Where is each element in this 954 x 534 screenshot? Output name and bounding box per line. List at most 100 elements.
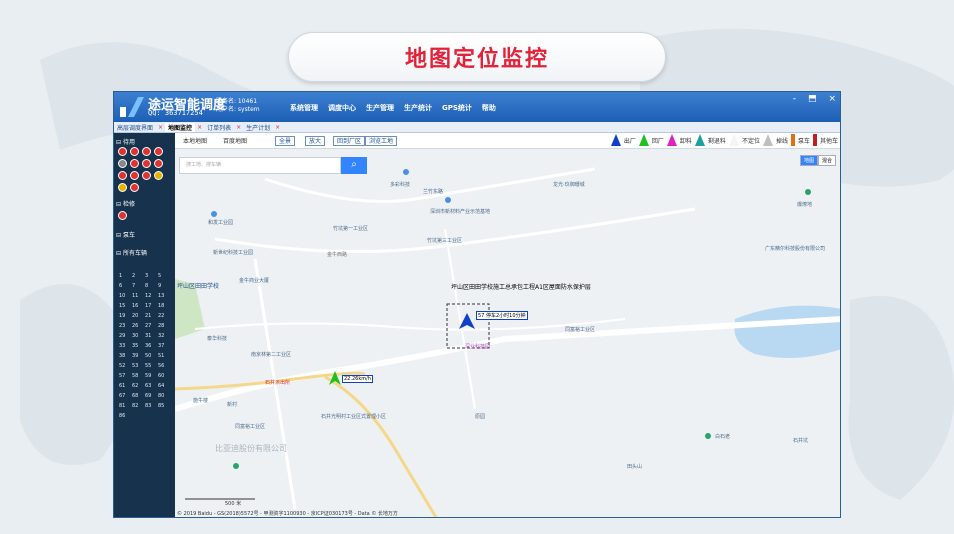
overview-button[interactable]: 全景	[275, 136, 296, 146]
vehicle-number[interactable]: 20	[132, 313, 144, 319]
section-all-vehicles[interactable]: ⊟ 所有车辆	[116, 248, 147, 257]
vehicle-number[interactable]: 56	[158, 363, 170, 369]
poi-marker[interactable]	[705, 433, 711, 439]
vehicle-number[interactable]: 38	[119, 353, 131, 359]
section-repair[interactable]: ⊟ 检修	[116, 199, 135, 208]
nav-item-system[interactable]: 系统管理	[290, 103, 318, 113]
vehicle-number[interactable]: 3	[145, 273, 157, 279]
vehicle-number[interactable]: 7	[132, 283, 144, 289]
vehicle-number[interactable]: 32	[158, 333, 170, 339]
tab-map-monitor[interactable]: 地图监控	[165, 122, 196, 132]
vehicle-number[interactable]: 19	[119, 313, 131, 319]
vehicle-number[interactable]: 39	[132, 353, 144, 359]
map-type-hybrid[interactable]: 混合	[817, 155, 836, 166]
vehicle-number[interactable]: 62	[132, 383, 144, 389]
vehicle-number[interactable]: 12	[145, 293, 157, 299]
truck-icon[interactable]	[118, 147, 127, 156]
close-icon[interactable]: ×	[273, 124, 282, 131]
vehicle-number[interactable]: 58	[132, 373, 144, 379]
vehicle-number[interactable]: 1	[119, 273, 131, 279]
vehicle-number[interactable]: 82	[132, 403, 144, 409]
tab-orders[interactable]: 订单列表	[204, 123, 234, 132]
vehicle-number[interactable]: 63	[145, 383, 157, 389]
vehicle-number[interactable]: 83	[145, 403, 157, 409]
truck-icon[interactable]	[118, 183, 127, 192]
vehicle-number[interactable]: 15	[119, 303, 131, 309]
close-icon[interactable]: ×	[234, 124, 243, 131]
vehicle-number[interactable]: 69	[145, 393, 157, 399]
vehicle-number[interactable]: 37	[158, 343, 170, 349]
back-to-plant-button[interactable]: 回到厂区	[333, 136, 366, 146]
truck-icon[interactable]	[142, 171, 151, 180]
vehicle-number[interactable]: 53	[132, 363, 144, 369]
vehicle-number[interactable]: 8	[145, 283, 157, 289]
map-type-map[interactable]: 地图	[799, 155, 818, 166]
poi-marker[interactable]	[403, 169, 409, 175]
truck-icon[interactable]	[142, 159, 151, 168]
vehicle-number[interactable]: 59	[145, 373, 157, 379]
minimize-button[interactable]: -	[793, 94, 796, 104]
vehicle-number[interactable]: 29	[119, 333, 131, 339]
vehicle-number[interactable]: 13	[158, 293, 170, 299]
nav-item-gps[interactable]: GPS统计	[442, 103, 472, 113]
vehicle-number[interactable]: 80	[158, 393, 170, 399]
map-canvas[interactable]	[175, 149, 841, 518]
truck-icon[interactable]	[154, 159, 163, 168]
truck-icon[interactable]	[154, 147, 163, 156]
truck-icon[interactable]	[118, 159, 127, 168]
truck-icon[interactable]	[154, 171, 163, 180]
vehicle-number[interactable]: 28	[158, 323, 170, 329]
truck-icon[interactable]	[130, 183, 139, 192]
browse-sites-button[interactable]: 浏览工地	[365, 136, 398, 146]
vehicle-number[interactable]: 27	[145, 323, 157, 329]
poi-marker[interactable]	[233, 463, 239, 469]
vehicle-number[interactable]: 9	[158, 283, 170, 289]
poi-marker[interactable]	[445, 197, 451, 203]
vehicle-number[interactable]: 81	[119, 403, 131, 409]
section-pump[interactable]: ⊟ 泵车	[116, 230, 135, 239]
vehicle-speed-label[interactable]: 22.26km/h	[342, 375, 373, 383]
vehicle-number[interactable]: 64	[158, 383, 170, 389]
vehicle-number[interactable]: 6	[119, 283, 131, 289]
close-icon[interactable]: ×	[156, 124, 165, 131]
vehicle-number[interactable]: 33	[119, 343, 131, 349]
truck-icon[interactable]	[130, 159, 139, 168]
vehicle-number[interactable]: 50	[145, 353, 157, 359]
search-icon[interactable]: ⌕	[341, 157, 367, 174]
vehicle-number[interactable]: 22	[158, 313, 170, 319]
vehicle-number[interactable]: 60	[158, 373, 170, 379]
zoom-in-button[interactable]: 放大	[305, 136, 326, 146]
tab-local-map[interactable]: 本地地图	[183, 136, 207, 145]
vehicle-number[interactable]: 23	[119, 323, 131, 329]
truck-icon[interactable]	[130, 147, 139, 156]
section-idle[interactable]: ⊟ 待用	[116, 137, 135, 146]
vehicle-number[interactable]: 36	[145, 343, 157, 349]
vehicle-number[interactable]: 21	[145, 313, 157, 319]
tab-baidu-map[interactable]: 百度地图	[223, 136, 247, 145]
vehicle-number[interactable]: 10	[119, 293, 131, 299]
poi-marker[interactable]	[211, 211, 217, 217]
truck-icon[interactable]	[142, 147, 151, 156]
nav-item-help[interactable]: 帮助	[482, 103, 496, 113]
truck-icon[interactable]	[130, 171, 139, 180]
search-input[interactable]: 搜工地、搜车辆	[179, 157, 341, 174]
maximize-button[interactable]: ⬒	[808, 94, 817, 104]
vehicle-status-label[interactable]: 57 停车2小时10分钟	[476, 311, 528, 320]
truck-icon[interactable]	[118, 171, 127, 180]
vehicle-number[interactable]: 57	[119, 373, 131, 379]
nav-item-stats[interactable]: 生产统计	[404, 103, 432, 113]
vehicle-number[interactable]: 31	[145, 333, 157, 339]
site-label[interactable]: 坪山区田田学校施工总承包工程A1区屋面防水保护层	[451, 282, 591, 291]
tab-dispatch[interactable]: 高层调度界面	[114, 123, 156, 132]
tab-plan[interactable]: 生产计划	[243, 123, 273, 132]
vehicle-number[interactable]: 68	[132, 393, 144, 399]
vehicle-number[interactable]: 52	[119, 363, 131, 369]
nav-item-production[interactable]: 生产管理	[366, 103, 394, 113]
vehicle-number[interactable]: 17	[145, 303, 157, 309]
vehicle-number[interactable]: 26	[132, 323, 144, 329]
truck-icon[interactable]	[118, 211, 127, 220]
vehicle-number[interactable]: 11	[132, 293, 144, 299]
poi-marker[interactable]	[805, 189, 811, 195]
vehicle-number[interactable]: 86	[119, 413, 131, 419]
vehicle-number[interactable]: 30	[132, 333, 144, 339]
